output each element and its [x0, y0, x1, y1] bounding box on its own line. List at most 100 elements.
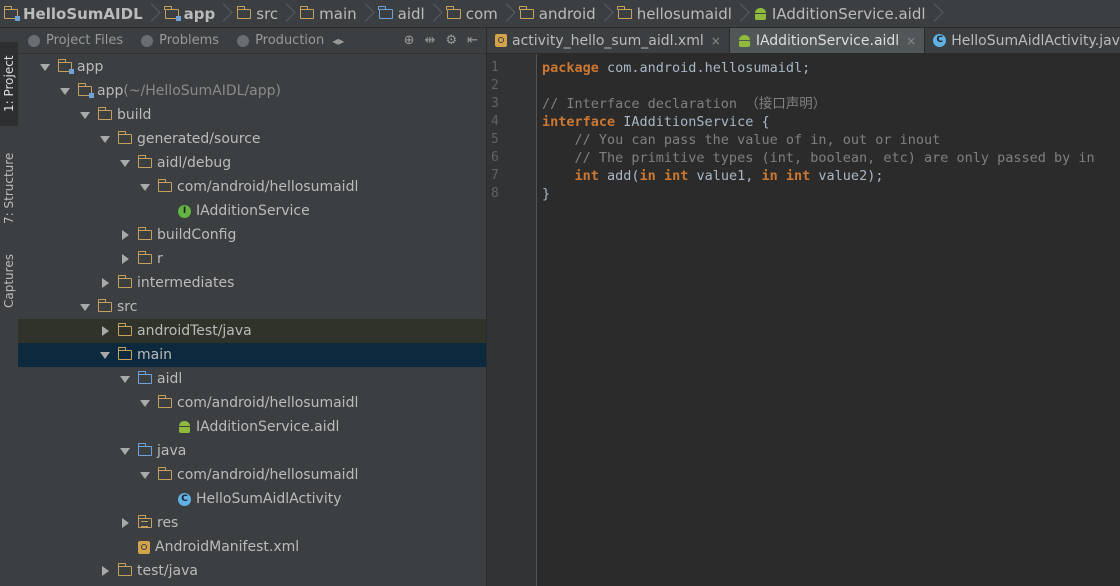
folder-icon — [137, 155, 152, 168]
collapse-arrow-icon[interactable] — [118, 228, 132, 242]
folder-icon — [137, 251, 152, 264]
collapse-arrow-icon[interactable] — [98, 276, 112, 290]
expand-arrow-icon[interactable] — [138, 396, 152, 410]
expand-arrow-icon[interactable] — [78, 300, 92, 314]
hide-panel-icon[interactable]: ⇤ — [467, 33, 478, 48]
editor-tabs: activity_hello_sum_aidl.xml × IAdditionSer… — [487, 28, 1120, 54]
breadcrumb-item[interactable]: aidl — [375, 0, 443, 27]
tree-item[interactable]: res — [18, 511, 486, 535]
android-icon — [738, 34, 751, 47]
tree-item[interactable]: com/android/hellosumaidl — [18, 175, 486, 199]
module-folder-icon — [3, 5, 20, 21]
editor-tab[interactable]: IAdditionService.aidl × — [729, 28, 926, 53]
tree-item-label: app — [97, 83, 124, 99]
locate-target-icon[interactable]: ⊕ — [404, 33, 415, 48]
tab-problems-label: Problems — [159, 33, 220, 48]
collapse-arrow-icon[interactable] — [98, 564, 112, 578]
expand-arrow-icon[interactable] — [98, 348, 112, 362]
tree-item[interactable]: build — [18, 103, 486, 127]
tree-item[interactable]: app — [18, 55, 486, 79]
tab-project-files[interactable]: Project Files — [18, 28, 131, 53]
collapse-arrow-icon[interactable] — [118, 516, 132, 530]
code-area[interactable]: package com.android.hellosumaidl; // Inte… — [542, 59, 1120, 203]
res-folder-icon — [137, 515, 152, 528]
code-line[interactable]: // Interface declaration （接口声明） — [542, 95, 1120, 113]
expand-arrow-icon[interactable] — [118, 156, 132, 170]
tree-item[interactable]: intermediates — [18, 271, 486, 295]
folder-icon — [236, 5, 252, 19]
tab-production[interactable]: Production — [227, 28, 332, 53]
line-number: 6 — [491, 150, 499, 165]
breadcrumb-item[interactable]: src — [233, 0, 296, 27]
breadcrumb-item-label: src — [256, 4, 279, 23]
tree-item[interactable]: com/android/hellosumaidl — [18, 463, 486, 487]
tree-item[interactable]: aidl — [18, 367, 486, 391]
tree-item[interactable]: AndroidManifest.xml — [18, 535, 486, 559]
tree-item[interactable]: aidl/debug — [18, 151, 486, 175]
breadcrumb-item[interactable]: android — [516, 0, 614, 27]
expand-arrow-icon[interactable] — [78, 108, 92, 122]
split-collapse-icon[interactable]: ⇹ — [425, 33, 436, 48]
code-line[interactable]: // You can pass the value of in, out or … — [542, 131, 1120, 149]
tree-item[interactable]: app (~/HelloSumAIDL/app) — [18, 79, 486, 103]
tree-item[interactable]: generated/source — [18, 127, 486, 151]
collapse-arrow-icon[interactable] — [98, 324, 112, 338]
gear-icon[interactable]: ⚙ — [445, 33, 457, 48]
tree-item[interactable]: buildConfig — [18, 223, 486, 247]
tree-item-label: generated/source — [137, 131, 261, 147]
expand-arrow-icon[interactable] — [138, 180, 152, 194]
expand-arrow-icon[interactable] — [98, 132, 112, 146]
code-line[interactable]: int add(in int value1, in int value2); — [542, 167, 1120, 185]
tree-item[interactable]: androidTest/java — [18, 319, 486, 343]
code-keyword: in — [639, 168, 656, 184]
folder-icon — [157, 395, 172, 408]
folder-icon — [617, 5, 632, 19]
collapse-arrow-icon[interactable] — [118, 252, 132, 266]
tree-item[interactable]: r — [18, 247, 486, 271]
tree-item[interactable]: IAdditionService.aidl — [18, 415, 486, 439]
folder-icon — [117, 131, 132, 144]
expand-arrow-icon[interactable] — [118, 372, 132, 386]
code-keyword: package — [542, 60, 599, 76]
breadcrumb-item[interactable]: hellosumaidl — [614, 0, 750, 27]
breadcrumb-separator — [502, 0, 512, 27]
breadcrumb-item[interactable]: com — [443, 0, 516, 27]
android-icon — [754, 7, 767, 20]
close-icon[interactable]: × — [906, 34, 916, 48]
close-icon[interactable]: × — [711, 34, 721, 48]
xml-icon — [138, 540, 150, 554]
tree-item[interactable]: C HelloSumAidlActivity — [18, 487, 486, 511]
structure-tool-tab[interactable]: 7: Structure — [0, 140, 18, 236]
navigation-breadcrumb: HelloSumAIDL app src main aidl com android hell… — [0, 0, 1120, 28]
editor-tab[interactable]: CHelloSumAidlActivity.java× — [925, 28, 1120, 53]
tree-item[interactable]: test/java — [18, 559, 486, 583]
breadcrumb-item-label: android — [538, 4, 596, 23]
tree-item[interactable]: java — [18, 439, 486, 463]
tab-problems[interactable]: Problems — [131, 28, 227, 53]
breadcrumb-item[interactable]: IAdditionService.aidl — [750, 0, 944, 27]
breadcrumb-item-label: aidl — [397, 4, 425, 23]
code-line[interactable]: interface IAdditionService { — [542, 113, 1120, 131]
code-line[interactable]: // The primitive types (int, boolean, et… — [542, 149, 1120, 167]
expand-arrow-icon[interactable] — [38, 60, 52, 74]
captures-tool-tab[interactable]: Captures — [0, 248, 18, 314]
tree-item[interactable]: com/android/hellosumaidl — [18, 391, 486, 415]
tree-item-label: aidl — [157, 371, 183, 387]
breadcrumb-item[interactable]: main — [296, 0, 374, 27]
expand-arrow-icon[interactable] — [58, 84, 72, 98]
tree-item[interactable]: I IAdditionService — [18, 199, 486, 223]
breadcrumb-item[interactable]: HelloSumAIDL — [0, 0, 161, 27]
editor-tab[interactable]: activity_hello_sum_aidl.xml × — [487, 28, 730, 53]
code-line[interactable]: } — [542, 185, 1120, 203]
module-folder-icon — [77, 83, 94, 98]
tab-scroll-arrows-icon[interactable]: ◂▸ — [332, 34, 344, 48]
tree-item[interactable]: main — [18, 343, 486, 367]
code-line[interactable] — [542, 77, 1120, 95]
expand-arrow-icon[interactable] — [138, 468, 152, 482]
tree-item[interactable]: src — [18, 295, 486, 319]
code-line[interactable]: package com.android.hellosumaidl; — [542, 59, 1120, 77]
breadcrumb-item-label: IAdditionService.aidl — [771, 4, 926, 23]
project-tool-tab[interactable]: 1: Project — [0, 42, 18, 126]
expand-arrow-icon[interactable] — [118, 444, 132, 458]
breadcrumb-item[interactable]: app — [161, 0, 234, 27]
